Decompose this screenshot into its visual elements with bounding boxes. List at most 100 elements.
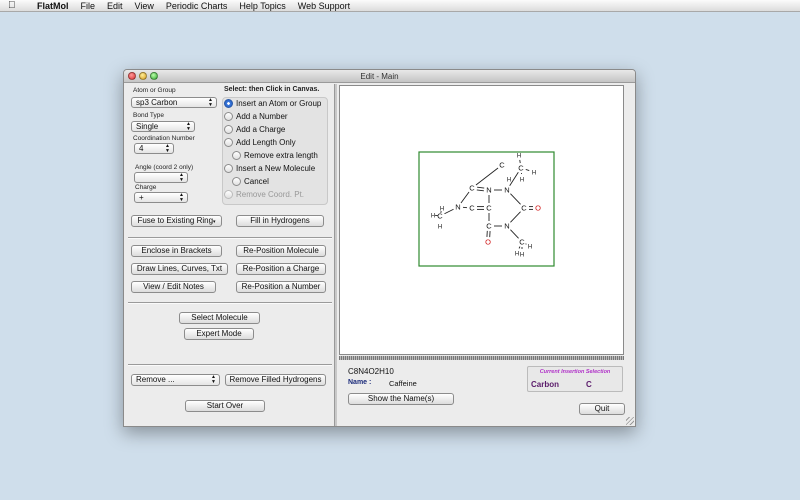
atom-label: H [517, 154, 521, 160]
charge-select[interactable]: + ▲ ▼ [134, 192, 188, 203]
reposition-number-button[interactable]: Re-Position a Number [236, 281, 326, 293]
updown-arrows-icon: ▲ ▼ [208, 97, 213, 108]
radio-label: Insert an Atom or Group [236, 99, 322, 108]
updown-arrows-icon: ▲ ▼ [186, 121, 191, 132]
bond-line [477, 186, 485, 189]
quit-button[interactable]: Quit [579, 403, 625, 415]
atom-or-group-select[interactable]: sp3 Carbon ▲ ▼ [131, 97, 217, 108]
show-names-button[interactable]: Show the Name(s) [348, 393, 454, 405]
menu-file[interactable]: File [81, 0, 96, 12]
atom-label: O [485, 238, 491, 247]
molecule-info-panel: C8N4O2H10 Name : Caffeine Show the Name(… [339, 362, 634, 426]
menu-view[interactable]: View [135, 0, 154, 12]
bond-line [444, 208, 454, 215]
resize-grip-icon[interactable] [626, 417, 634, 425]
bond-line [510, 193, 521, 205]
divider [128, 302, 332, 304]
atom-label: N [455, 203, 460, 212]
atom-label: C [519, 238, 525, 247]
minimize-icon[interactable] [139, 72, 147, 80]
coordination-select[interactable]: 4 ▲ ▼ [134, 143, 174, 154]
selection-title: Current Insertion Selection [539, 369, 611, 375]
angle-select[interactable]: ▲ ▼ [134, 172, 188, 183]
atom-label: N [504, 186, 509, 195]
charge-label: Charge [135, 184, 157, 191]
updown-arrows-icon: ▲ ▼ [211, 374, 216, 385]
atom-label: C [469, 204, 475, 213]
radio-option: Remove Coord. Pt. [224, 190, 304, 199]
menu-periodic-charts[interactable]: Periodic Charts [166, 0, 228, 12]
bond-type-select[interactable]: Single ▲ ▼ [131, 121, 195, 132]
draw-lines-button[interactable]: Draw Lines, Curves, Txt [131, 263, 228, 275]
atom-label: H [507, 178, 511, 184]
insertion-selection-box: Current Insertion Selection Carbon C [527, 366, 623, 392]
remove-select[interactable]: Remove ... ▲ ▼ [131, 374, 220, 386]
canvas-splitter[interactable] [339, 356, 624, 360]
selection-symbol: C [586, 380, 592, 389]
bond-line [525, 169, 530, 171]
divider [128, 237, 332, 239]
atom-label: H [440, 207, 444, 213]
control-panel: Atom or Group sp3 Carbon ▲ ▼ Bond Type Si… [124, 84, 334, 426]
atom-or-group-label: Atom or Group [133, 87, 176, 94]
radio-option[interactable]: Insert an Atom or Group [224, 99, 321, 108]
atom-label: H [438, 225, 442, 231]
menu-app-name[interactable]: FlatMol [37, 0, 69, 12]
atom-label: H [515, 252, 519, 258]
menu-help-topics[interactable]: Help Topics [239, 0, 285, 12]
radio-option[interactable]: Add Length Only [224, 138, 296, 147]
window-titlebar[interactable]: Edit - Main [124, 70, 635, 83]
window-title: Edit - Main [360, 72, 399, 81]
radio-dot-icon [224, 190, 233, 199]
atom-label: C [486, 204, 492, 213]
radio-option[interactable]: Remove extra length [232, 151, 318, 160]
radio-option[interactable]: Cancel [232, 177, 269, 186]
radio-label: Remove Coord. Pt. [236, 190, 305, 199]
updown-arrows-icon: ▲ ▼ [179, 172, 184, 183]
bond-type-label: Bond Type [133, 112, 164, 119]
atom-label: C [486, 222, 492, 231]
radio-dot-icon [232, 177, 241, 186]
close-icon[interactable] [128, 72, 136, 80]
panel-divider[interactable] [334, 84, 337, 426]
radio-option[interactable]: Add a Number [224, 112, 288, 121]
menu-web-support[interactable]: Web Support [298, 0, 350, 12]
fuse-to-ring-label: Fuse to Existing Ring [137, 216, 214, 225]
bond-line [475, 167, 499, 186]
radio-dot-icon [224, 99, 233, 108]
dropdown-arrow-icon: ▾ [213, 219, 216, 225]
name-label: Name : [348, 379, 372, 386]
expert-mode-button[interactable]: Expert Mode [184, 328, 254, 340]
reposition-charge-button[interactable]: Re-Position a Charge [236, 263, 326, 275]
fill-hydrogens-button[interactable]: Fill in Hydrogens [236, 215, 324, 227]
atom-label: C [521, 204, 527, 213]
bond-line [510, 211, 521, 223]
radio-label: Add a Number [236, 112, 288, 121]
radio-dot-icon [224, 125, 233, 134]
menu-edit[interactable]: Edit [107, 0, 123, 12]
enclose-brackets-button[interactable]: Enclose in Brackets [131, 245, 222, 257]
bond-line [476, 189, 484, 192]
molecule-drawing: NC NCCC NC ONCO CCCHHHHHHHHHH [418, 151, 555, 267]
select-molecule-button[interactable]: Select Molecule [179, 312, 260, 324]
atom-label: C [518, 164, 524, 173]
drawing-canvas[interactable]: NCNCCCNCONCOCCCHHHHHHHHHH [339, 85, 624, 355]
atom-label: H [431, 214, 435, 220]
remove-filled-hydrogens-button[interactable]: Remove Filled Hydrogens [225, 374, 326, 386]
divider [128, 364, 332, 366]
edit-main-window: Edit - Main Atom or Group sp3 Carbon ▲ ▼ … [123, 69, 636, 427]
angle-label: Angle (coord 2 only) [135, 164, 194, 171]
radio-label: Add Length Only [236, 138, 296, 147]
view-edit-notes-button[interactable]: View / Edit Notes [131, 281, 216, 293]
fuse-to-ring-button[interactable]: Fuse to Existing Ring▾ [131, 215, 222, 227]
reposition-molecule-button[interactable]: Re-Position Molecule [236, 245, 326, 257]
radio-option[interactable]: Insert a New Molecule [224, 164, 315, 173]
remove-value: Remove ... [136, 375, 175, 384]
start-over-button[interactable]: Start Over [185, 400, 265, 412]
radio-option[interactable]: Add a Charge [224, 125, 285, 134]
zoom-icon[interactable] [150, 72, 158, 80]
radio-dot-icon [224, 164, 233, 173]
apple-icon[interactable]:  [8, 0, 21, 12]
radio-label: Cancel [244, 177, 269, 186]
atom-label: O [535, 204, 541, 213]
